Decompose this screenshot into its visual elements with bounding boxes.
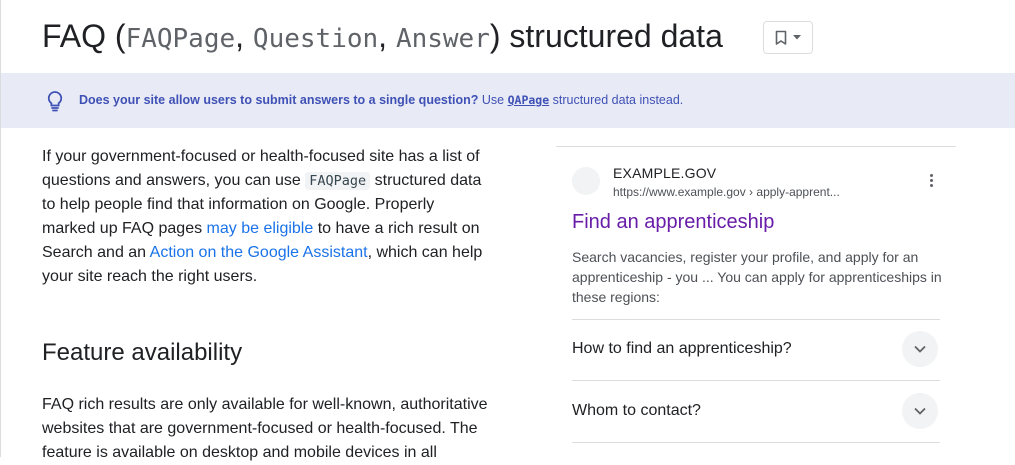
banner-text: structured data instead. [549,93,684,107]
page-title: FAQ (FAQPage, Question, Answer) structur… [42,14,723,61]
feature-availability-heading: Feature availability [42,339,243,366]
banner-text: Use [478,93,508,107]
google-assistant-action-link[interactable]: Action on the Google Assistant [150,244,368,261]
result-site-name: EXAMPLE.GOV [613,165,717,181]
more-vert-icon[interactable] [928,174,934,190]
title-suffix: ) structured data [489,18,723,54]
faq-divider [572,319,940,320]
chevron-down-icon [914,407,926,415]
faq-expand-button-2[interactable] [902,393,938,429]
faq-question-2[interactable]: Whom to contact? [572,402,701,420]
caret-down-icon [793,35,801,40]
chevron-down-icon [914,345,926,353]
result-snippet: Search vacancies, register your profile,… [572,249,942,305]
faq-divider [572,380,940,381]
info-banner: Does your site allow users to submit ans… [1,73,1015,128]
faqpage-code: FAQPage [305,172,371,190]
title-separator: , [378,18,396,54]
title-code-question: Question [252,24,379,54]
bookmark-button[interactable] [763,21,813,54]
title-separator: , [235,18,253,54]
site-favicon [572,167,600,195]
intro-paragraph: If your government-focused or health-foc… [42,145,492,289]
qapage-link[interactable]: QAPage [508,93,550,107]
faq-divider [572,442,940,443]
feature-paragraph: FAQ rich results are only available for … [42,396,488,461]
bookmark-icon [775,30,787,45]
banner-question: Does your site allow users to submit ans… [79,93,479,107]
lightbulb-icon [47,91,63,112]
result-title-link[interactable]: Find an apprenticeship [572,211,774,234]
faq-expand-button-1[interactable] [902,331,938,367]
title-prefix: FAQ ( [42,18,126,54]
faq-question-1[interactable]: How to find an apprenticeship? [572,340,792,358]
may-be-eligible-link[interactable]: may be eligible [207,220,314,237]
search-result-card: EXAMPLE.GOV https://www.example.gov › ap… [556,146,956,457]
title-code-faqpage: FAQPage [125,24,236,54]
banner-message: Does your site allow users to submit ans… [79,92,683,108]
title-code-answer: Answer [395,24,490,54]
result-url: https://www.example.gov › apply-apprent.… [613,185,840,199]
page-left-border [0,0,1,457]
